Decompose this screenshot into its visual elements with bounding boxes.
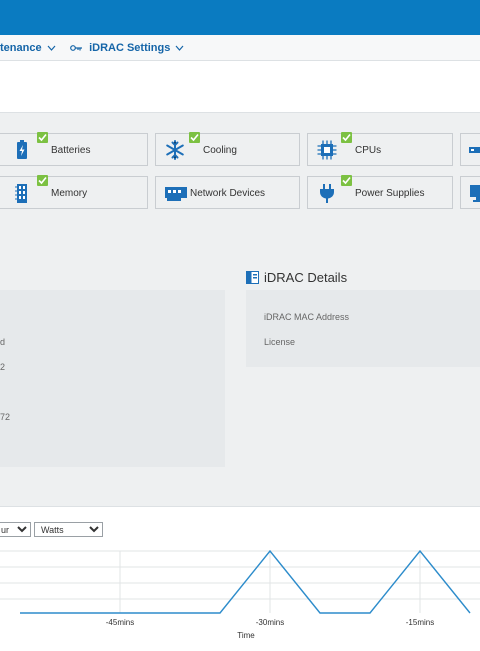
tile-partial-2[interactable]: [460, 176, 480, 209]
monitor-icon: [470, 185, 480, 202]
chevron-down-icon: [47, 45, 56, 52]
tile-label: Cooling: [203, 145, 237, 156]
network-card-icon: [165, 187, 187, 201]
status-ok-icon: [37, 175, 48, 186]
status-ok-icon: [37, 132, 48, 143]
tile-power-supplies[interactable]: Power Supplies: [307, 175, 453, 209]
page-header-area: [0, 61, 480, 113]
power-chart: -45mins -30mins -15mins Time: [0, 549, 480, 640]
tile-memory[interactable]: Memory: [0, 175, 148, 209]
license-label: License: [264, 337, 296, 347]
tile-cooling[interactable]: Cooling: [155, 132, 300, 166]
memory-icon: [15, 184, 27, 203]
tile-batteries[interactable]: Batteries: [0, 132, 148, 166]
battery-icon: [17, 140, 27, 159]
x-axis-label: Time: [237, 631, 255, 640]
idrac-mac-address-label: iDRAC MAC Address: [264, 312, 350, 322]
x-tick-label: -30mins: [256, 618, 284, 627]
tile-cpus[interactable]: CPUs: [307, 132, 453, 166]
idrac-details-title: iDRAC Details: [264, 270, 348, 285]
nav-maintenance[interactable]: tenance: [0, 42, 56, 54]
status-ok-icon: [189, 132, 200, 143]
server-icon: [469, 147, 480, 153]
key-icon: [70, 45, 82, 51]
tile-label: CPUs: [355, 145, 382, 156]
chart-x-ticks: -45mins -30mins -15mins: [106, 618, 434, 627]
x-tick-label: -45mins: [106, 618, 134, 627]
status-ok-icon: [341, 175, 352, 186]
idrac-details-icon: [246, 271, 259, 284]
chart-grid: [0, 550, 480, 613]
system-info-value: 72: [0, 412, 11, 422]
power-series-line: [20, 549, 471, 614]
status-ok-icon: [341, 132, 352, 143]
nav-maintenance-label: tenance: [0, 42, 42, 54]
tile-network-devices[interactable]: Network Devices: [155, 176, 300, 209]
cpu-icon: [317, 140, 337, 160]
main-navigation: tenance iDRAC Settings: [0, 35, 480, 61]
x-tick-label: -15mins: [406, 618, 434, 627]
power-plug-icon: [320, 184, 334, 203]
tile-label: Batteries: [51, 145, 91, 156]
power-chart-section: ur Watts -45mins -30mins -15mins Time: [0, 506, 480, 651]
tile-label: Power Supplies: [355, 188, 425, 199]
system-info-value: d: [0, 337, 6, 347]
top-banner: [0, 0, 480, 35]
tile-label: Network Devices: [190, 188, 266, 199]
system-info-panel: d 2 72: [0, 290, 225, 467]
chevron-down-icon: [175, 45, 184, 52]
snowflake-icon: [166, 140, 184, 160]
tile-label: Memory: [51, 188, 88, 199]
nav-idrac-settings-label: iDRAC Settings: [89, 42, 171, 54]
tile-partial-1[interactable]: [460, 133, 480, 166]
nav-idrac-settings[interactable]: iDRAC Settings: [70, 42, 184, 54]
system-info-value: 2: [0, 362, 6, 372]
idrac-details-panel: iDRAC MAC Address License: [246, 290, 480, 367]
